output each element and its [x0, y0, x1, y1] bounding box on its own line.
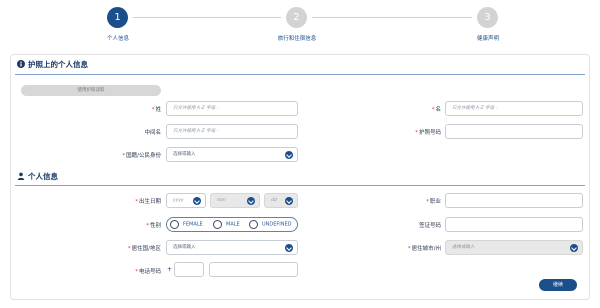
chevron-down-icon: [247, 197, 255, 205]
occupation-label: *职业: [426, 199, 441, 205]
city-of-residence-label: *居住城市/州: [407, 246, 441, 252]
country-of-residence-label: *居住国/地区: [127, 246, 161, 252]
phone-country-code-input[interactable]: [174, 262, 204, 277]
arrival-card-form: 1 2 3 个人信息 旅行和住宿信息 健康声明 护照上的个人信息 使用护照读取 …: [0, 0, 600, 308]
section-divider: [15, 185, 585, 186]
form-card: 护照上的个人信息 使用护照读取 *姓 只允许使用 A-Z 字母 - *名 只允许…: [10, 54, 590, 300]
nationality-select[interactable]: 选择或输入: [166, 147, 298, 162]
visa-number-input[interactable]: [445, 217, 583, 232]
dob-month-select[interactable]: mm: [210, 193, 260, 208]
step-2-label: 旅行和住宿信息: [277, 36, 317, 42]
step-connector: [312, 17, 472, 18]
radio-circle-icon: [213, 220, 222, 229]
gender-label: *性别: [146, 223, 161, 229]
info-icon: [17, 60, 25, 70]
gender-male-radio[interactable]: MALE: [213, 220, 240, 229]
surname-input[interactable]: 只允许使用 A-Z 字母 -: [166, 101, 298, 116]
chevron-down-icon: [285, 151, 293, 159]
given-name-label: *名: [431, 107, 441, 113]
phone-label: *电话号码: [135, 269, 161, 275]
passport-number-input[interactable]: [445, 124, 583, 139]
city-of-residence-select[interactable]: 选择或输入: [445, 240, 583, 255]
next-button[interactable]: 继续: [539, 279, 577, 291]
step-3-indicator: 3: [477, 7, 498, 28]
chevron-down-icon: [285, 197, 293, 205]
middle-name-label: 中间名: [144, 130, 161, 136]
use-passport-button[interactable]: 使用护照读取: [21, 85, 161, 96]
visa-number-label: 签证号码: [418, 223, 441, 229]
given-name-input[interactable]: 只允许使用 A-Z 字母 -: [445, 101, 583, 116]
nationality-label: *国籍/公民身份: [122, 153, 161, 159]
chevron-down-icon: [285, 244, 293, 252]
step-2-indicator: 2: [286, 7, 307, 28]
person-icon: [17, 172, 25, 182]
dob-year-select[interactable]: yyyy: [166, 193, 206, 208]
personal-section-title: 个人信息: [17, 171, 58, 182]
gender-undefined-radio[interactable]: UNDEFINED: [249, 220, 292, 229]
phone-number-input[interactable]: [209, 262, 298, 277]
passport-number-label: *护照号码: [415, 130, 441, 136]
phone-prefix-plus: +: [167, 266, 173, 273]
occupation-input[interactable]: [445, 193, 583, 208]
country-of-residence-select[interactable]: 选择或输入: [166, 240, 298, 255]
radio-circle-icon: [249, 220, 258, 229]
passport-section-title: 护照上的个人信息: [17, 59, 88, 70]
dob-day-select[interactable]: dd: [264, 193, 298, 208]
radio-circle-icon: [170, 220, 179, 229]
section-divider: [15, 74, 585, 75]
gender-female-radio[interactable]: FEMALE: [170, 220, 203, 229]
surname-label: *姓: [151, 107, 161, 113]
middle-name-input[interactable]: 只允许使用 A-Z 字母 -: [166, 124, 298, 139]
step-1-label: 个人信息: [106, 36, 129, 42]
gender-radio-group: FEMALE MALE UNDEFINED: [166, 217, 298, 232]
dob-label: *出生日期: [135, 199, 161, 205]
progress-stepper: 1 2 3 个人信息 旅行和住宿信息 健康声明: [0, 0, 600, 52]
step-3-label: 健康声明: [476, 36, 499, 42]
chevron-down-icon: [570, 244, 578, 252]
chevron-down-icon: [193, 197, 201, 205]
step-connector: [133, 17, 281, 18]
step-1-indicator: 1: [107, 7, 128, 28]
